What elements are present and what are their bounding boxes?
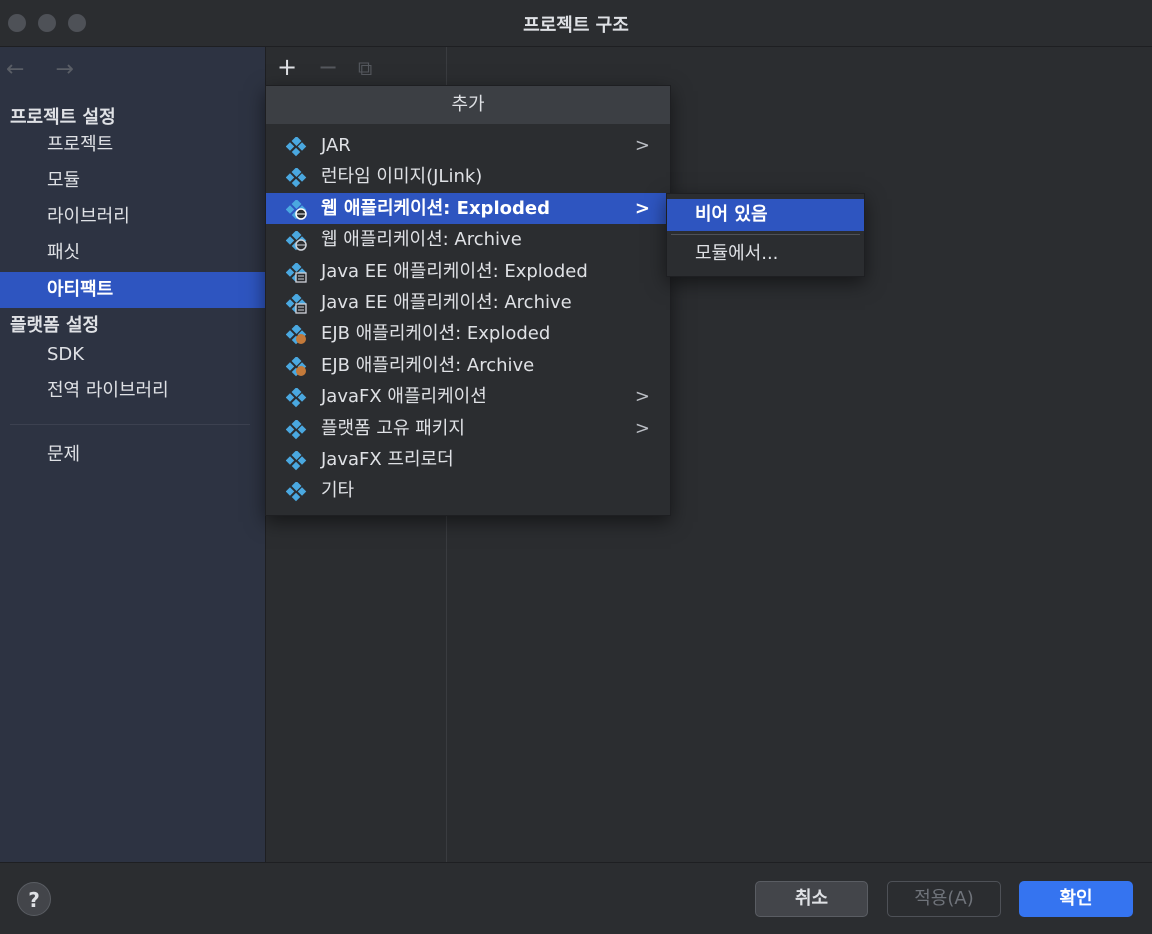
artifact-icon — [285, 418, 308, 439]
popup-item-label: JavaFX 프리로더 — [321, 449, 454, 470]
sidebar-item-project[interactable]: 프로젝트 — [0, 127, 265, 163]
ejb-artifact-icon — [285, 355, 308, 377]
back-forward-icon[interactable]: ← → — [6, 57, 86, 82]
sidebar-item-modules[interactable]: 모듈 — [0, 163, 265, 199]
popup-title: 추가 — [266, 86, 670, 124]
sidebar: ← → 프로젝트 설정 프로젝트 모듈 라이브러리 패싯 아티팩트 플랫폼 설정… — [0, 47, 265, 862]
popup-item-label: EJB 애플리케이션: Exploded — [321, 323, 551, 345]
popup-item-ejb-app-exploded[interactable]: EJB 애플리케이션: Exploded — [266, 318, 670, 349]
artifact-icon — [285, 387, 308, 408]
platform-settings-header: 플랫폼 설정 — [10, 315, 100, 336]
popup-item-label: JAR — [321, 135, 351, 156]
popup-item-web-app-archive[interactable]: 웹 애플리케이션: Archive — [266, 224, 670, 255]
chevron-right-icon: > — [634, 386, 650, 408]
web-artifact-icon — [285, 230, 308, 251]
ejb-artifact-icon — [285, 324, 308, 345]
add-artifact-popup: 추가 JAR > 런타임 이미지(JLink) 웹 애플리케이션: Exploded >… — [265, 85, 671, 516]
popup-item-label: 플랫폼 고유 패키지 — [321, 417, 465, 439]
window-title: 프로젝트 구조 — [523, 15, 629, 36]
popup-item-jar[interactable]: JAR > — [266, 130, 670, 161]
popup-item-jlink-runtime-image[interactable]: 런타임 이미지(JLink) — [266, 161, 670, 192]
popup-item-javaee-app-exploded[interactable]: Java EE 애플리케이션: Exploded — [266, 256, 670, 287]
web-artifact-icon — [285, 198, 308, 220]
project-settings-header: 프로젝트 설정 — [10, 107, 116, 128]
popup-item-label: 기타 — [321, 480, 355, 502]
web-exploded-submenu: 비어 있음 모듈에서... — [666, 193, 865, 277]
popup-item-other[interactable]: 기타 — [266, 475, 670, 506]
artifact-icon — [285, 136, 308, 157]
artifact-icon — [285, 481, 308, 502]
sidebar-item-facets[interactable]: 패싯 — [0, 235, 265, 271]
popup-item-javafx-app[interactable]: JavaFX 애플리케이션 > — [266, 381, 670, 412]
submenu-item-empty[interactable]: 비어 있음 — [667, 199, 864, 231]
help-button[interactable]: ? — [17, 882, 51, 916]
popup-item-label: JavaFX 애플리케이션 — [321, 386, 487, 408]
remove-icon[interactable]: − — [318, 53, 338, 81]
chevron-right-icon: > — [634, 417, 650, 439]
copy-icon[interactable]: ⧉ — [358, 56, 372, 80]
popup-item-javafx-preloader[interactable]: JavaFX 프리로더 — [266, 444, 670, 475]
apply-button[interactable]: 적용(A) — [887, 881, 1001, 917]
artifact-icon — [285, 450, 308, 471]
sidebar-divider — [10, 424, 250, 425]
popup-item-label: Java EE 애플리케이션: Archive — [321, 292, 572, 313]
add-icon[interactable]: + — [277, 53, 297, 81]
sidebar-item-libraries[interactable]: 라이브러리 — [0, 199, 265, 235]
artifact-icon — [285, 167, 308, 188]
cancel-button[interactable]: 취소 — [755, 881, 868, 917]
popup-item-platform-native-package[interactable]: 플랫폼 고유 패키지 > — [266, 413, 670, 444]
popup-item-ejb-app-archive[interactable]: EJB 애플리케이션: Archive — [266, 350, 670, 381]
ok-button[interactable]: 확인 — [1019, 881, 1133, 917]
project-structure-dialog: 프로젝트 구조 ← → 프로젝트 설정 프로젝트 모듈 라이브러리 패싯 아티팩… — [0, 0, 1152, 934]
sidebar-item-problems[interactable]: 문제 — [0, 437, 265, 473]
popup-item-javaee-app-archive[interactable]: Java EE 애플리케이션: Archive — [266, 287, 670, 318]
chevron-right-icon: > — [634, 197, 650, 219]
submenu-item-from-modules[interactable]: 모듈에서... — [667, 238, 864, 270]
popup-item-label: EJB 애플리케이션: Archive — [321, 354, 535, 376]
sidebar-item-artifacts[interactable]: 아티팩트 — [0, 272, 265, 308]
popup-item-label: Java EE 애플리케이션: Exploded — [321, 260, 588, 282]
javaee-artifact-icon — [285, 293, 308, 314]
javaee-artifact-icon — [285, 261, 308, 283]
popup-item-web-app-exploded[interactable]: 웹 애플리케이션: Exploded > — [266, 192, 670, 224]
sidebar-item-global-libraries[interactable]: 전역 라이브러리 — [0, 373, 265, 409]
title-bar: 프로젝트 구조 — [0, 0, 1152, 47]
popup-item-label: 웹 애플리케이션: Archive — [321, 229, 522, 251]
popup-item-label: 런타임 이미지(JLink) — [321, 166, 483, 188]
sidebar-item-sdk[interactable]: SDK — [0, 337, 265, 373]
popup-item-label: 웹 애플리케이션: Exploded — [321, 197, 550, 219]
dialog-footer: ? 취소 적용(A) 확인 — [0, 862, 1152, 934]
chevron-right-icon: > — [634, 135, 650, 156]
submenu-divider — [671, 234, 860, 235]
